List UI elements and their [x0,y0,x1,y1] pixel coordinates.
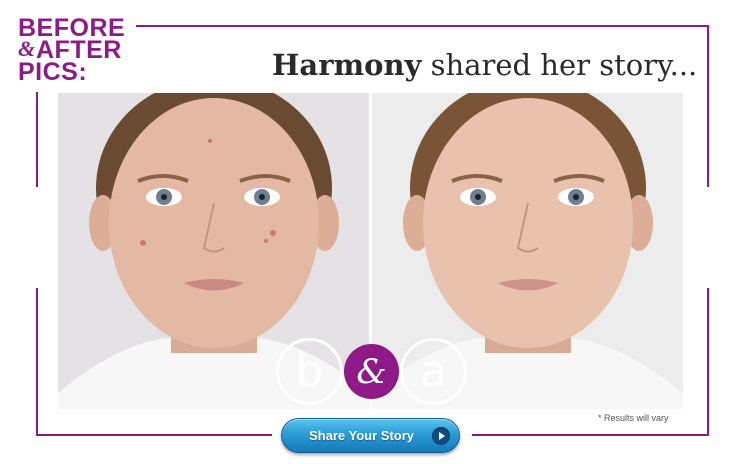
share-your-story-button[interactable]: Share Your Story [281,418,460,453]
after-badge-letter: a [420,345,447,397]
frame-line-top [136,25,709,27]
before-badge-letter: b [295,345,324,397]
frame-line-bottom-right [472,434,709,436]
headline-text: shared her story... [421,48,698,82]
before-after-pics-logo: BEFORE & AFTER PICS: [18,16,138,92]
frame-line-left-middle [36,92,38,187]
ampersand-badge-symbol: & [356,351,387,392]
frame-line-bottom-left [36,434,272,436]
share-button-label: Share Your Story [309,428,414,443]
ampersand-badge: & [344,344,399,399]
before-badge: b [276,338,343,405]
after-badge: a [400,338,467,405]
play-arrow-icon [432,427,450,445]
frame-line-left-bottom [36,288,38,436]
logo-line-pics: PICS: [18,58,88,86]
headline-name: Harmony [272,48,422,82]
results-disclaimer: * Results will vary [598,413,669,423]
logo-ampersand: & [18,36,36,61]
page-headline: Harmony shared her story... [272,48,697,88]
frame-line-right-top [707,25,709,187]
frame-line-right-bottom [707,288,709,436]
